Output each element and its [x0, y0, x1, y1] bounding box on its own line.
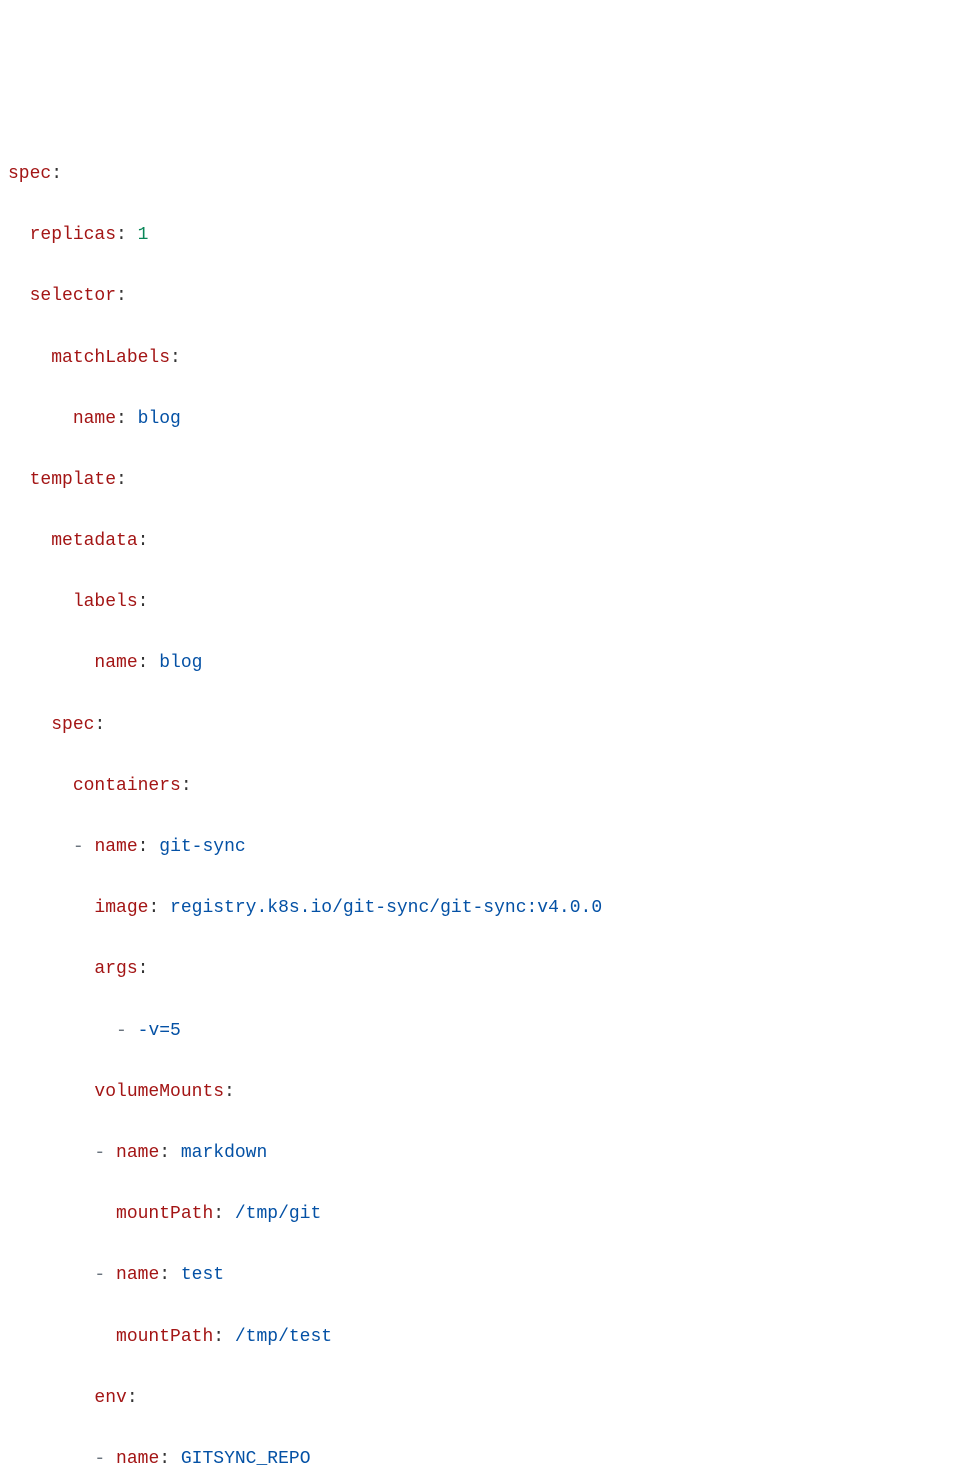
yaml-dash: - — [94, 1265, 105, 1285]
yaml-value: git-sync — [159, 837, 245, 857]
yaml-key: mountPath — [116, 1204, 213, 1224]
yaml-value: blog — [159, 653, 202, 673]
code-line: - name: test — [8, 1260, 954, 1291]
yaml-key: spec — [51, 715, 94, 735]
code-line: mountPath: /tmp/test — [8, 1322, 954, 1353]
code-line: spec: — [8, 159, 954, 190]
yaml-key: env — [94, 1388, 126, 1408]
yaml-key: containers — [73, 776, 181, 796]
code-line: template: — [8, 465, 954, 496]
yaml-key: name — [73, 409, 116, 429]
yaml-number: 1 — [138, 225, 149, 245]
yaml-key: selector — [30, 286, 116, 306]
code-line: containers: — [8, 771, 954, 802]
yaml-key: name — [94, 837, 137, 857]
yaml-key: spec — [8, 164, 51, 184]
code-line: replicas: 1 — [8, 220, 954, 251]
yaml-dash: - — [73, 837, 84, 857]
yaml-code-block: spec: replicas: 1 selector: matchLabels:… — [8, 128, 954, 1476]
yaml-dash: - — [94, 1143, 105, 1163]
yaml-key: mountPath — [116, 1327, 213, 1347]
code-line: metadata: — [8, 526, 954, 557]
code-line: - name: git-sync — [8, 832, 954, 863]
code-line: - name: markdown — [8, 1138, 954, 1169]
code-line: selector: — [8, 281, 954, 312]
code-line: name: blog — [8, 648, 954, 679]
yaml-key: name — [116, 1265, 159, 1285]
yaml-key: name — [116, 1143, 159, 1163]
yaml-key: labels — [73, 592, 138, 612]
yaml-key: metadata — [51, 531, 137, 551]
code-line: name: blog — [8, 404, 954, 435]
yaml-value: -v=5 — [138, 1021, 181, 1041]
code-line: env: — [8, 1383, 954, 1414]
yaml-key: args — [94, 959, 137, 979]
yaml-dash: - — [116, 1021, 127, 1041]
yaml-key: name — [116, 1449, 159, 1469]
yaml-key: name — [94, 653, 137, 673]
code-line: image: registry.k8s.io/git-sync/git-sync… — [8, 893, 954, 924]
code-line: spec: — [8, 710, 954, 741]
yaml-key: image — [94, 898, 148, 918]
yaml-value: blog — [138, 409, 181, 429]
yaml-value: /tmp/git — [235, 1204, 321, 1224]
yaml-key: volumeMounts — [94, 1082, 224, 1102]
code-line: - name: GITSYNC_REPO — [8, 1444, 954, 1475]
yaml-key: matchLabels — [51, 348, 170, 368]
code-line: volumeMounts: — [8, 1077, 954, 1108]
yaml-value: registry.k8s.io/git-sync/git-sync:v4.0.0 — [170, 898, 602, 918]
yaml-key: replicas — [30, 225, 116, 245]
yaml-dash: - — [94, 1449, 105, 1469]
yaml-value: GITSYNC_REPO — [181, 1449, 311, 1469]
yaml-value: /tmp/test — [235, 1327, 332, 1347]
code-line: args: — [8, 954, 954, 985]
code-line: labels: — [8, 587, 954, 618]
code-line: matchLabels: — [8, 343, 954, 374]
code-line: - -v=5 — [8, 1016, 954, 1047]
yaml-key: template — [30, 470, 116, 490]
code-line: mountPath: /tmp/git — [8, 1199, 954, 1230]
yaml-value: markdown — [181, 1143, 267, 1163]
yaml-value: test — [181, 1265, 224, 1285]
